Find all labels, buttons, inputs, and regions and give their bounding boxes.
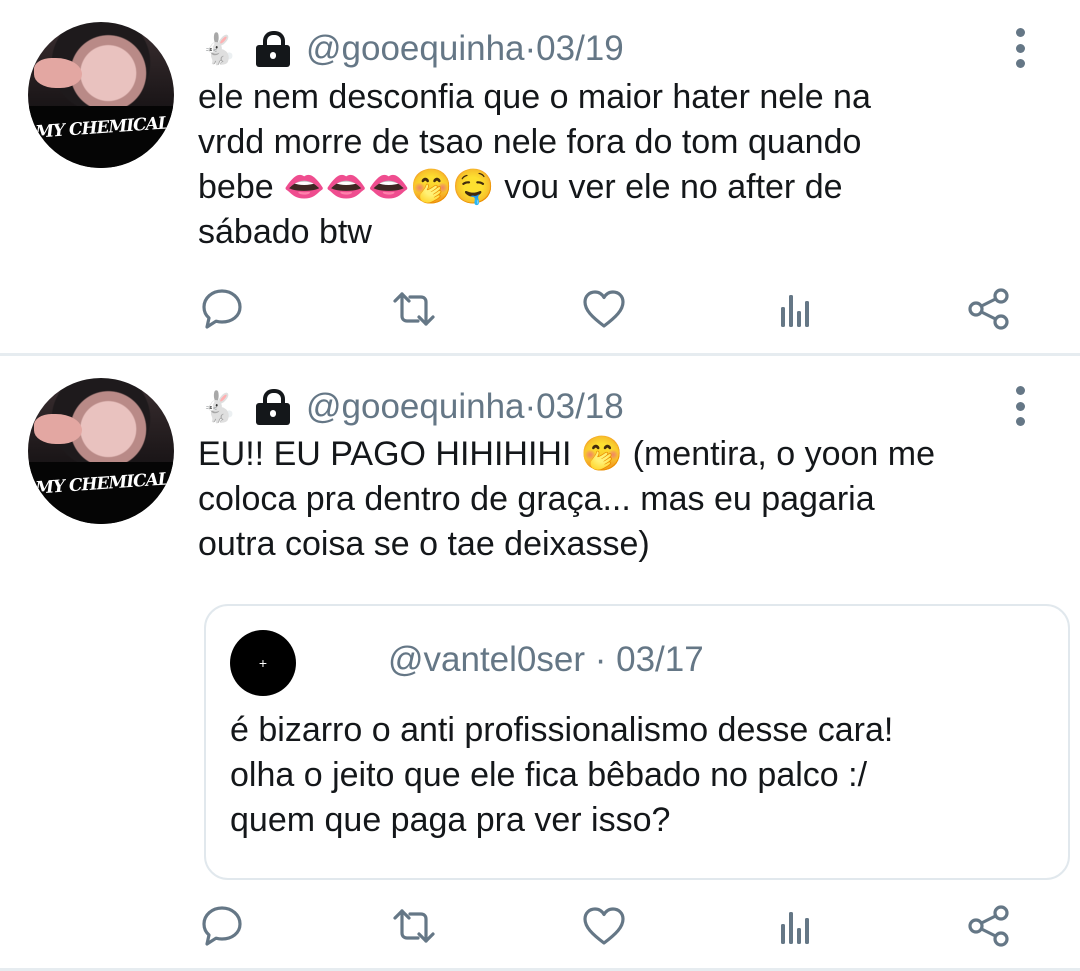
retweet-icon[interactable] — [390, 902, 438, 950]
tweet-header: 🐇 @gooequinha · 03/18 — [200, 382, 624, 432]
tweet-header: 🐇 @gooequinha · 03/19 — [200, 24, 624, 74]
tweet-2[interactable]: MY CHEMICAL 🐇 @gooequinha · 03/18 EU!! E… — [0, 356, 1080, 968]
quoted-tweet[interactable]: + @vantel0ser · 03/17 é bizarro o anti p… — [204, 604, 1070, 880]
heart-icon[interactable] — [580, 902, 628, 950]
tweet-date[interactable]: 03/19 — [536, 29, 624, 69]
reply-icon[interactable] — [198, 285, 246, 333]
quoted-avatar[interactable]: + — [230, 630, 296, 696]
tweet-1[interactable]: MY CHEMICAL 🐇 @gooequinha · 03/19 ele ne… — [0, 0, 1080, 354]
more-vertical-icon[interactable] — [1012, 386, 1028, 426]
share-icon[interactable] — [965, 285, 1013, 333]
tweet-text: EU!! EU PAGO HIHIHIHI 🤭 (mentira, o yoon… — [198, 435, 935, 563]
author-handle[interactable]: @gooequinha — [306, 29, 525, 69]
avatar[interactable]: MY CHEMICAL — [28, 22, 174, 168]
reply-icon[interactable] — [198, 902, 246, 950]
retweet-icon[interactable] — [390, 285, 438, 333]
lock-icon — [254, 387, 292, 427]
action-bar — [0, 902, 1080, 952]
more-vertical-icon[interactable] — [1012, 28, 1028, 68]
tweet-text: ele nem desconfia que o maior hater nele… — [198, 78, 871, 251]
meta-separator: · — [524, 29, 537, 68]
heart-icon[interactable] — [580, 285, 628, 333]
share-icon[interactable] — [965, 902, 1013, 950]
tweet-date[interactable]: 03/18 — [536, 387, 624, 427]
rabbit-emoji: 🐇 — [200, 32, 238, 66]
author-handle[interactable]: @gooequinha — [306, 387, 525, 427]
quoted-text: é bizarro o anti profissionalismo desse … — [230, 711, 894, 839]
quoted-date: 03/17 — [616, 640, 704, 679]
analytics-icon[interactable] — [772, 902, 820, 950]
action-bar — [0, 285, 1080, 335]
meta-separator: · — [524, 387, 537, 426]
meta-separator: · — [585, 640, 617, 679]
avatar[interactable]: MY CHEMICAL — [28, 378, 174, 524]
analytics-icon[interactable] — [772, 285, 820, 333]
quoted-meta: @vantel0ser · 03/17 — [388, 640, 704, 680]
rabbit-emoji: 🐇 — [200, 390, 238, 424]
quoted-handle[interactable]: @vantel0ser — [388, 640, 585, 679]
lock-icon — [254, 29, 292, 69]
